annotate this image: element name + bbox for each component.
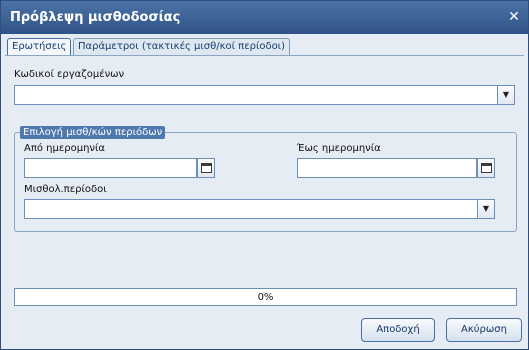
from-date-label: Από ημερομηνία — [24, 143, 105, 154]
to-date-label: Έως ημερομηνία — [297, 143, 381, 154]
period-selection-group: Επιλογή μισθ/κών περιόδων Από ημερομηνία… — [14, 126, 517, 232]
employee-codes-combo[interactable]: ▼ — [14, 85, 515, 105]
title-bar[interactable]: Πρόβλεψη μισθοδοσίας ✕ — [1, 1, 528, 34]
employee-codes-label: Κωδικοί εργαζομένων — [14, 69, 125, 80]
from-date-field[interactable] — [24, 158, 197, 178]
dialog-body: Ερωτήσεις Παράμετροι (τακτικές μισθ/κοί … — [2, 34, 527, 349]
dialog-window: Πρόβλεψη μισθοδοσίας ✕ Ερωτήσεις Παράμετ… — [0, 0, 529, 350]
close-icon[interactable]: ✕ — [506, 9, 522, 25]
calendar-icon — [201, 163, 212, 173]
progress-bar: 0% — [14, 288, 517, 306]
tab-questions[interactable]: Ερωτήσεις — [7, 38, 72, 56]
tab-parameters[interactable]: Παράμετροι (τακτικές μισθ/κοί περίοδοι) — [73, 38, 290, 55]
payroll-periods-combo[interactable]: ▼ — [24, 199, 495, 219]
payroll-periods-label: Μισθολ.περίοδοι — [24, 184, 107, 195]
cancel-button[interactable]: Ακύρωση — [446, 318, 522, 342]
calendar-icon — [481, 163, 492, 173]
chevron-down-icon[interactable]: ▼ — [497, 85, 515, 105]
from-date-calendar-button[interactable] — [197, 158, 215, 178]
period-selection-legend: Επιλογή μισθ/κών περιόδων — [20, 126, 166, 139]
chevron-down-icon[interactable]: ▼ — [477, 199, 495, 219]
accept-button[interactable]: Αποδοχή — [361, 318, 435, 342]
to-date-field[interactable] — [297, 158, 477, 178]
progress-text: 0% — [257, 292, 274, 303]
window-title: Πρόβλεψη μισθοδοσίας — [10, 10, 181, 25]
to-date-calendar-button[interactable] — [477, 158, 495, 178]
